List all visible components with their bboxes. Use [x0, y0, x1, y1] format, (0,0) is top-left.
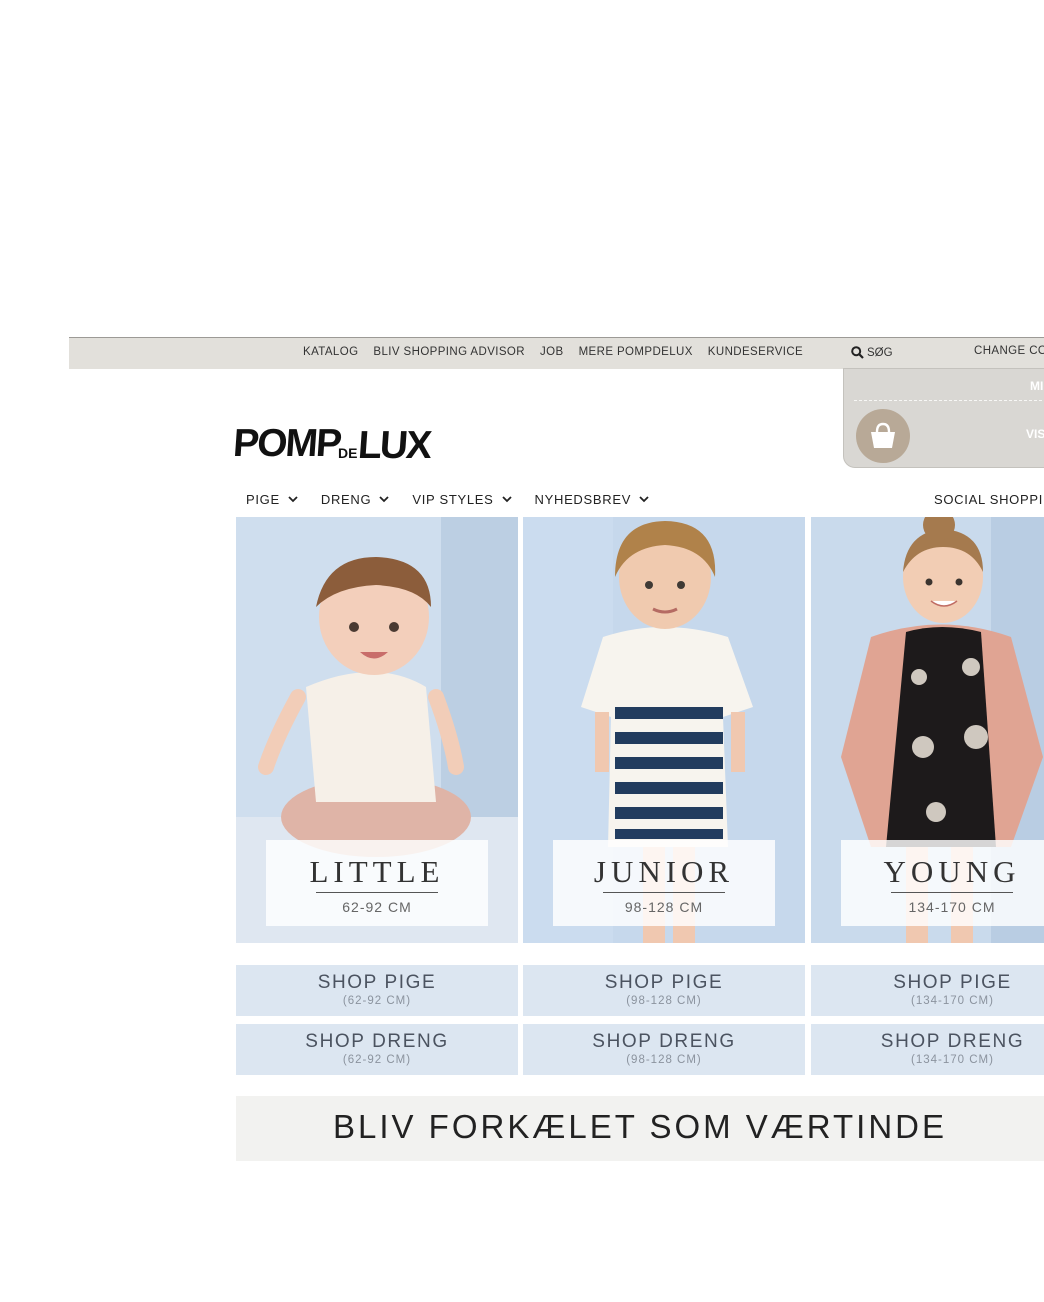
shop-dreng-junior-button[interactable]: SHOP DRENG (98-128 CM) — [523, 1024, 805, 1075]
top-utility-bar: KATALOG BLIV SHOPPING ADVISOR JOB MERE P… — [69, 337, 1044, 369]
shop-button-range: (62-92 CM) — [342, 1054, 412, 1066]
tile-divider — [891, 892, 1013, 893]
tile-size-range: 134-170 CM — [908, 899, 996, 915]
chevron-down-icon — [288, 496, 298, 503]
pompdelux-logo[interactable]: POMP DE LUX — [232, 418, 435, 469]
category-tile-young[interactable]: YOUNG 134-170 CM — [811, 517, 1044, 943]
mini-cart-divider — [854, 400, 1044, 401]
search-label: SØG — [867, 346, 893, 359]
tile-divider — [603, 892, 725, 893]
chevron-down-icon — [639, 496, 649, 503]
change-country-link[interactable]: CHANGE CO — [974, 345, 1044, 357]
top-link-kundeservice[interactable]: KUNDESERVICE — [708, 346, 803, 358]
mini-cart-label[interactable]: MI — [1030, 379, 1043, 393]
tile-size-range: 98-128 CM — [624, 899, 704, 915]
shop-dreng-young-button[interactable]: SHOP DRENG (134-170 CM) — [811, 1024, 1044, 1075]
view-cart-link[interactable]: VIS — [1026, 427, 1044, 441]
logo-text-de: DE — [338, 445, 357, 461]
tile-title: LITTLE — [309, 854, 445, 889]
tile-size-range: 62-92 CM — [342, 899, 412, 915]
shop-dreng-little-button[interactable]: SHOP DRENG (62-92 CM) — [236, 1024, 518, 1075]
nav-item-vip-styles[interactable]: VIP STYLES — [412, 492, 512, 507]
top-link-katalog[interactable]: KATALOG — [303, 346, 358, 358]
tile-label-junior: JUNIOR 98-128 CM — [553, 840, 775, 926]
shop-button-range: (98-128 CM) — [626, 1054, 702, 1066]
cart-button[interactable] — [856, 409, 910, 463]
mini-cart-panel: MI VIS — [843, 368, 1044, 468]
search-button[interactable]: SØG — [851, 346, 893, 359]
category-tile-little[interactable]: LITTLE 62-92 CM — [236, 517, 518, 943]
category-tile-junior[interactable]: JUNIOR 98-128 CM — [523, 517, 805, 943]
shop-button-label: SHOP PIGE — [317, 972, 437, 993]
shop-button-label: SHOP DRENG — [592, 1031, 736, 1052]
tile-label-little: LITTLE 62-92 CM — [266, 840, 488, 926]
nav-item-pige[interactable]: PIGE — [246, 492, 298, 507]
logo-text-lux: LUX — [357, 424, 434, 464]
chevron-down-icon — [501, 496, 512, 503]
nav-item-nyhedsbrev[interactable]: NYHEDSBREV — [535, 492, 650, 507]
shopping-bag-icon — [871, 422, 895, 448]
nav-label-dreng: DRENG — [320, 492, 372, 507]
top-link-job[interactable]: JOB — [540, 346, 564, 358]
main-nav: PIGE DRENG VIP STYLES NYHEDSBREV — [246, 492, 672, 507]
shop-button-range: (98-128 CM) — [626, 995, 702, 1007]
nav-item-social-shopping[interactable]: SOCIAL SHOPPIN — [934, 492, 1044, 507]
shop-button-range: (134-170 CM) — [911, 1054, 994, 1066]
shop-button-label: SHOP DRENG — [305, 1031, 449, 1052]
top-link-shopping-advisor[interactable]: BLIV SHOPPING ADVISOR — [373, 346, 525, 358]
shop-button-label: SHOP PIGE — [893, 972, 1012, 993]
nav-label-vip-styles: VIP STYLES — [412, 492, 494, 507]
chevron-down-icon — [379, 496, 389, 503]
shop-pige-little-button[interactable]: SHOP PIGE (62-92 CM) — [236, 965, 518, 1016]
tile-label-young: YOUNG 134-170 CM — [841, 840, 1044, 926]
tile-title: YOUNG — [883, 854, 1021, 889]
hostess-banner[interactable]: BLIV FORKÆLET SOM VÆRTINDE — [236, 1096, 1044, 1161]
shop-button-range: (134-170 CM) — [911, 995, 994, 1007]
top-link-mere-pompdelux[interactable]: MERE POMPDELUX — [579, 346, 693, 358]
nav-item-dreng[interactable]: DRENG — [321, 492, 389, 507]
shop-button-label: SHOP PIGE — [604, 972, 724, 993]
search-icon — [851, 346, 864, 359]
tile-divider — [316, 892, 438, 893]
nav-label-pige: PIGE — [246, 492, 280, 507]
shop-pige-junior-button[interactable]: SHOP PIGE (98-128 CM) — [523, 965, 805, 1016]
shop-button-range: (62-92 CM) — [342, 995, 412, 1007]
logo-text-pomp: POMP — [235, 422, 342, 464]
top-nav: KATALOG BLIV SHOPPING ADVISOR JOB MERE P… — [303, 346, 803, 358]
shop-button-label: SHOP DRENG — [880, 1031, 1025, 1052]
tile-title: JUNIOR — [593, 854, 735, 889]
banner-text: BLIV FORKÆLET SOM VÆRTINDE — [332, 1108, 948, 1145]
shop-pige-young-button[interactable]: SHOP PIGE (134-170 CM) — [811, 965, 1044, 1016]
nav-label-nyhedsbrev: NYHEDSBREV — [534, 492, 632, 507]
